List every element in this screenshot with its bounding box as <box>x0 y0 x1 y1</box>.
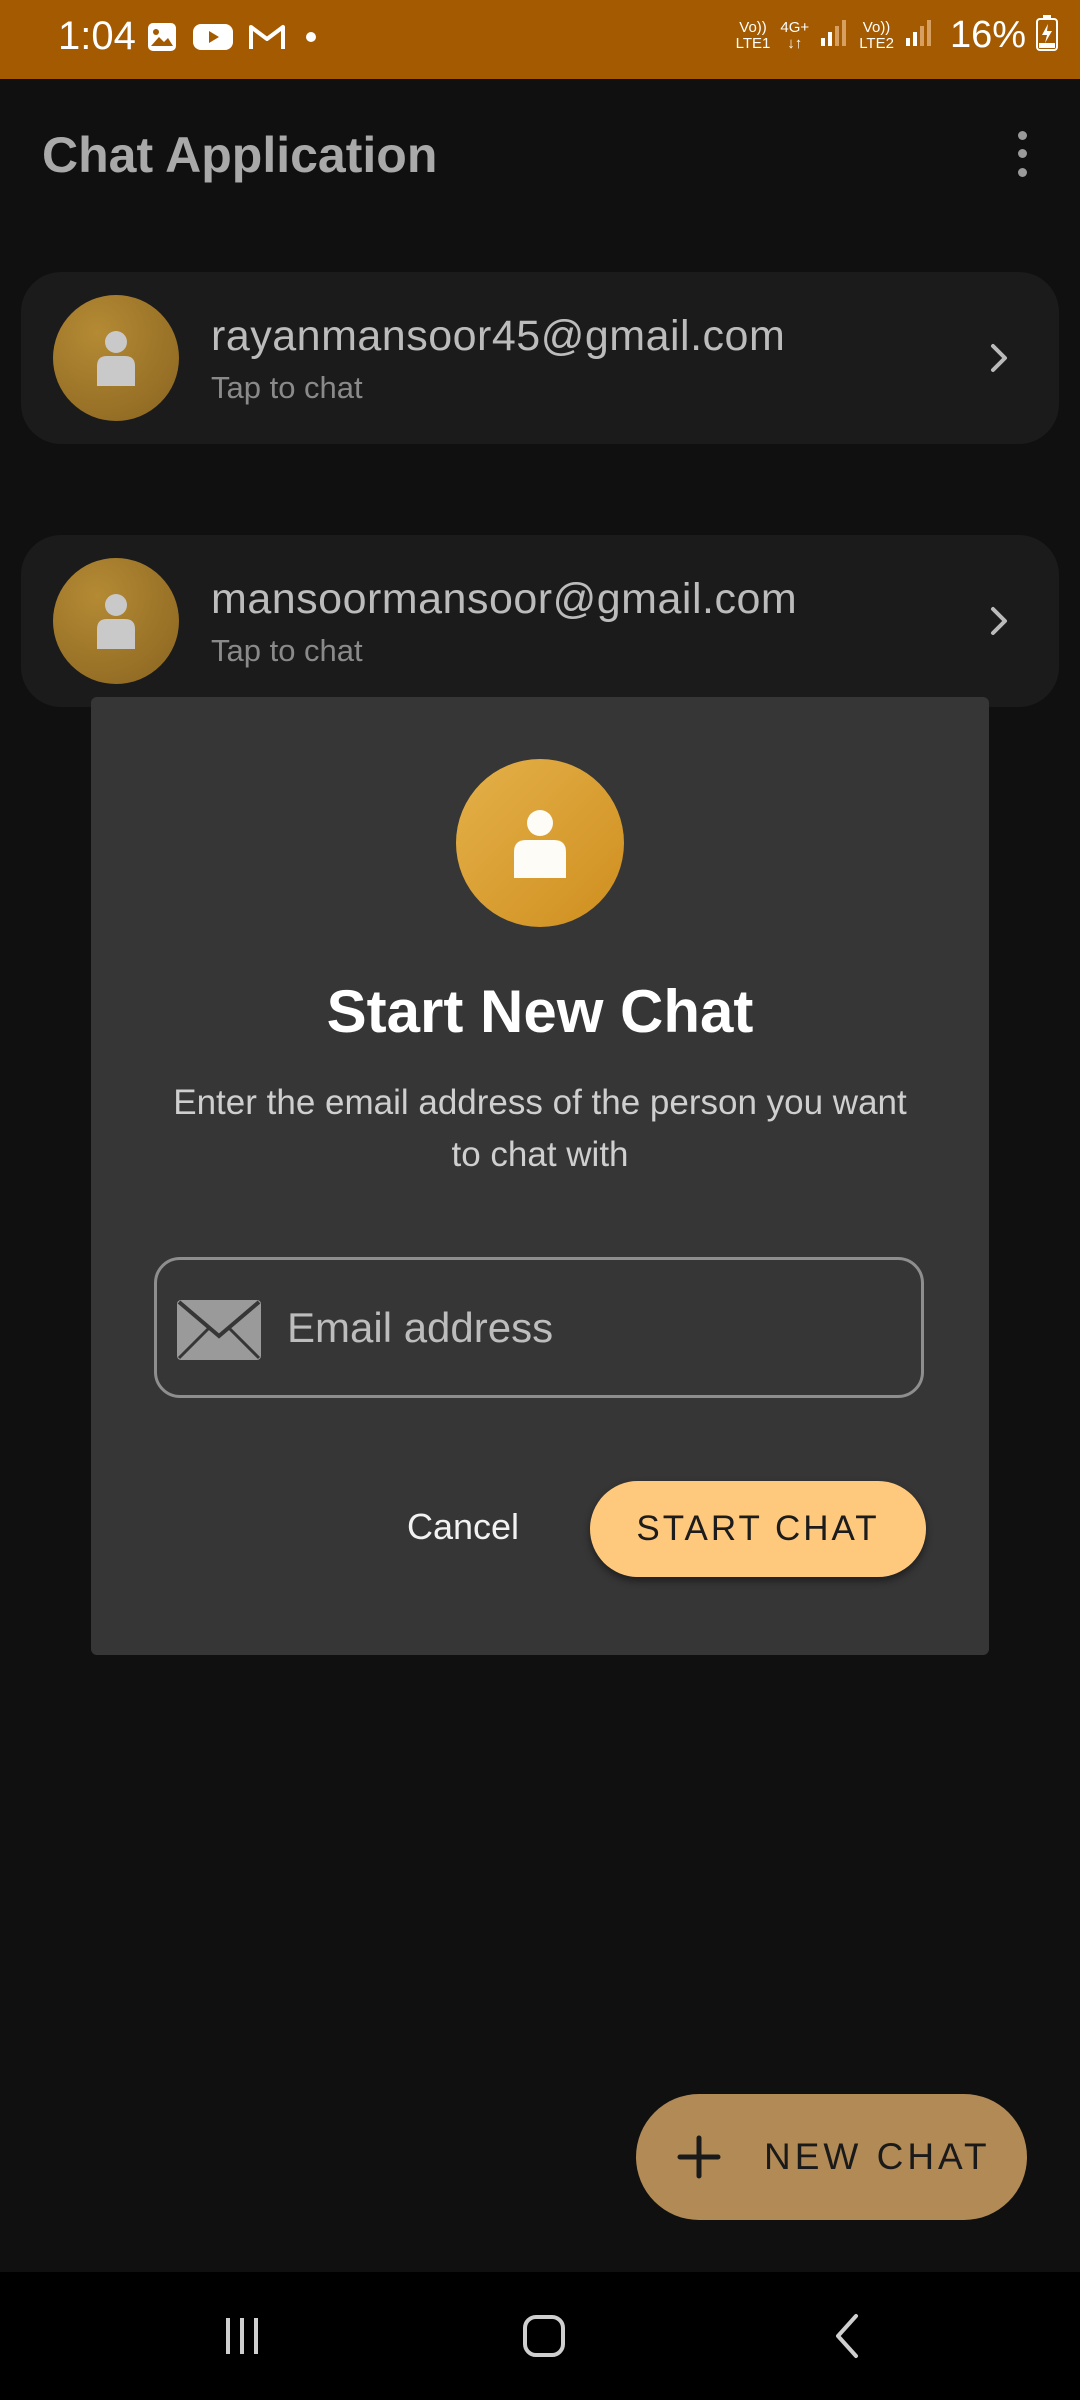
signal-icon <box>819 18 849 53</box>
status-bar: 1:04 Vo)) LTE1 4G+ ↓↑ Vo)) LTE2 16% <box>0 0 1080 79</box>
status-time: 1:04 <box>58 14 136 58</box>
back-button[interactable] <box>818 2306 878 2366</box>
dialog-title: Start New Chat <box>326 978 754 1045</box>
dot-icon <box>301 20 321 54</box>
gmail-icon <box>247 20 287 54</box>
sim1-bottom: LTE1 <box>735 34 771 52</box>
start-chat-label: START CHAT <box>636 1509 880 1548</box>
cancel-button[interactable]: Cancel <box>371 1485 555 1569</box>
recent-apps-button[interactable] <box>212 2306 272 2366</box>
gallery-icon <box>145 20 179 54</box>
battery-charging-icon <box>1036 15 1058 56</box>
network-bottom: ↓↑ <box>787 34 803 52</box>
screen: 1:04 Vo)) LTE1 4G+ ↓↑ Vo)) LTE2 16% Chat… <box>0 0 1080 2400</box>
sim1-top: Vo)) <box>739 18 767 36</box>
notification-icons <box>145 20 321 54</box>
start-chat-button[interactable]: START CHAT <box>590 1481 926 1577</box>
dialog-description: Enter the email address of the person yo… <box>173 1083 907 1174</box>
network-top: 4G+ <box>780 18 810 36</box>
start-chat-dialog: Start New Chat Enter the email address o… <box>91 697 989 1655</box>
email-field[interactable] <box>154 1257 924 1398</box>
dialog-avatar <box>456 759 624 927</box>
youtube-icon <box>193 20 233 54</box>
home-button[interactable] <box>514 2306 574 2366</box>
sim1-indicator: Vo)) LTE1 <box>735 18 771 52</box>
sim2-indicator: Vo)) LTE2 <box>859 18 894 52</box>
signal-icon <box>904 18 934 53</box>
status-right: Vo)) LTE1 4G+ ↓↑ Vo)) LTE2 16% <box>736 14 1058 57</box>
person-icon <box>514 810 566 878</box>
battery-percent: 16% <box>949 14 1026 56</box>
sim2-bottom: LTE2 <box>859 34 894 52</box>
recents-icon <box>226 2318 258 2354</box>
home-icon <box>523 2315 565 2357</box>
network-type: 4G+ ↓↑ <box>780 18 810 52</box>
email-input[interactable] <box>287 1290 897 1366</box>
sim2-top: Vo)) <box>862 18 891 36</box>
back-icon <box>836 2314 858 2358</box>
envelope-icon <box>177 1300 261 1360</box>
system-nav-bar <box>0 2272 1080 2400</box>
